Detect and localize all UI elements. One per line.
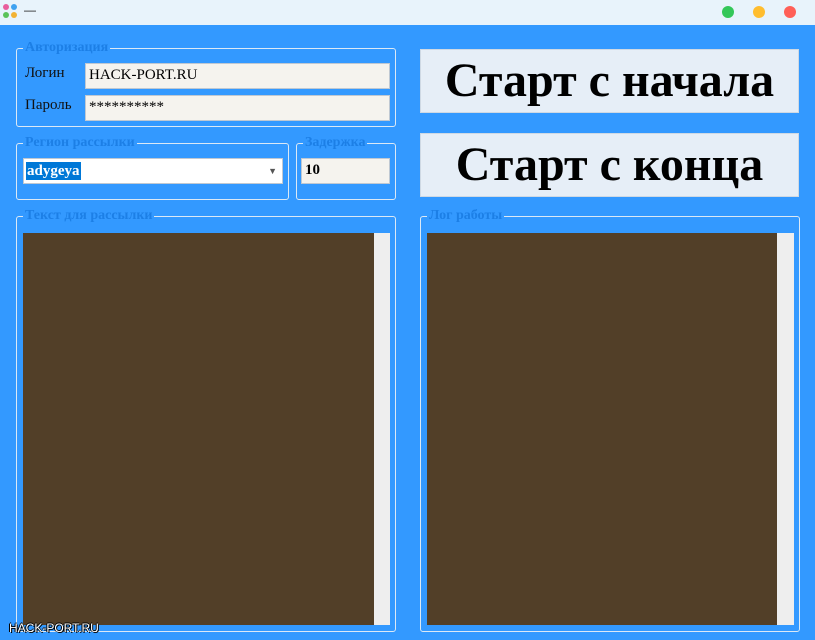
delay-legend: Задержка xyxy=(305,135,366,150)
auth-legend: Авторизация xyxy=(25,40,109,55)
app-icon xyxy=(3,4,19,20)
login-field[interactable]: HACK-PORT.RU xyxy=(85,63,390,89)
log-scrollbar[interactable] xyxy=(777,233,794,625)
message-textarea[interactable] xyxy=(23,233,374,625)
log-legend: Лог работы xyxy=(429,208,503,223)
watermark: HACK-PORT.RU xyxy=(9,621,99,635)
maximize-button[interactable] xyxy=(722,6,734,18)
log-textarea[interactable] xyxy=(427,233,777,625)
region-selected-value: adygeya xyxy=(26,162,81,180)
login-label: Логин xyxy=(25,65,65,81)
message-scrollbar[interactable] xyxy=(374,233,390,625)
region-select[interactable]: adygeya ▼ xyxy=(23,158,283,184)
title-bar: — xyxy=(0,0,815,25)
start-begin-button[interactable]: Старт с начала xyxy=(420,49,799,113)
password-label: Пароль xyxy=(25,97,72,113)
window-title: — xyxy=(24,3,36,17)
password-field[interactable]: ********** xyxy=(85,95,390,121)
region-legend: Регион рассылки xyxy=(25,135,135,150)
message-legend: Текст для рассылки xyxy=(25,208,153,223)
start-end-button[interactable]: Старт с конца xyxy=(420,133,799,197)
close-button[interactable] xyxy=(784,6,796,18)
delay-field[interactable]: 10 xyxy=(301,158,390,184)
minimize-button[interactable] xyxy=(753,6,765,18)
chevron-down-icon[interactable]: ▼ xyxy=(268,166,277,176)
